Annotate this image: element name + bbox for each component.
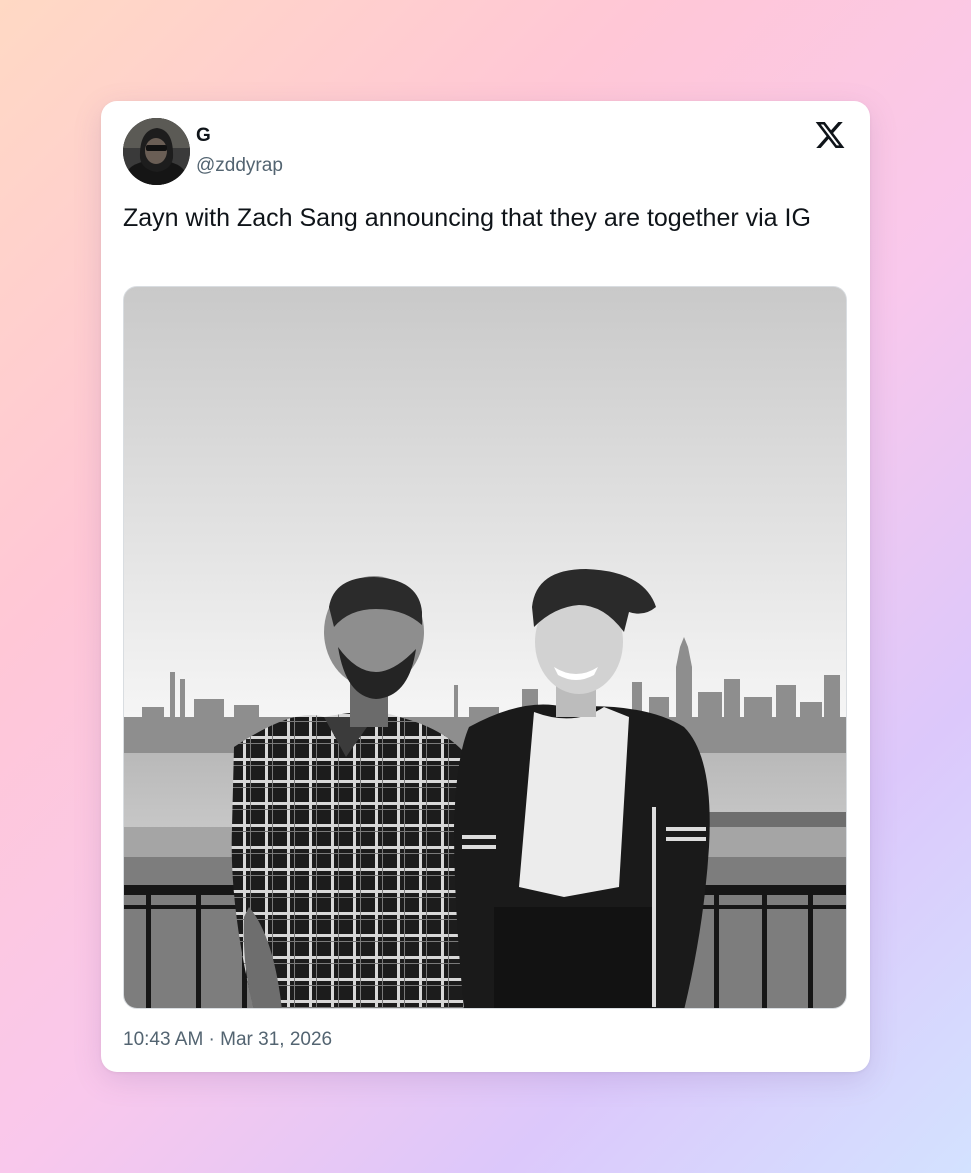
avatar-image — [123, 118, 190, 185]
user-handle[interactable]: @zddyrap — [196, 155, 283, 177]
x-logo-icon[interactable] — [814, 119, 846, 151]
tweet-photo[interactable] — [123, 286, 847, 1009]
display-name[interactable]: G — [196, 125, 211, 147]
tweet-timestamp[interactable]: 10:43 AM · Mar 31, 2026 — [123, 1029, 332, 1051]
avatar[interactable] — [123, 118, 190, 185]
tweet-text: Zayn with Zach Sang announcing that they… — [123, 204, 811, 232]
tweet-card: G @zddyrap Zayn with Zach Sang announcin… — [101, 101, 870, 1072]
